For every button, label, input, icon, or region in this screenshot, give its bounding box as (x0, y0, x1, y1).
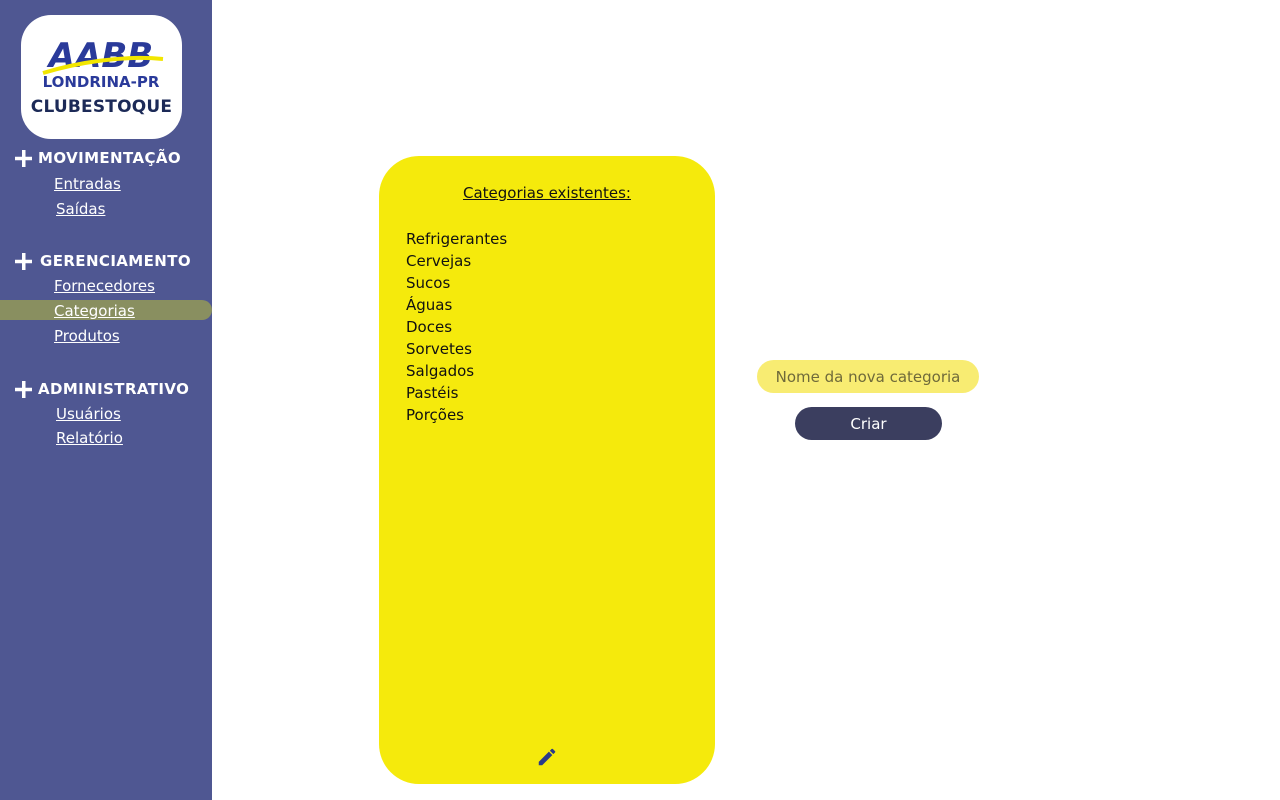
pencil-icon[interactable] (536, 746, 558, 768)
categories-panel: Categorias existentes: Refrigerantes Cer… (379, 156, 715, 784)
category-item: Sucos (406, 274, 451, 292)
section-administrativo[interactable]: ADMINISTRATIVO (15, 380, 189, 398)
category-item: Doces (406, 318, 453, 336)
category-item: Refrigerantes (406, 230, 508, 248)
categories-panel-title: Categorias existentes: (462, 184, 631, 202)
category-item: Sorvetes (406, 340, 472, 358)
sidebar-item-relatorio[interactable]: Relatório (56, 429, 123, 447)
section-gerenciamento[interactable]: GERENCIAMENTO (15, 252, 191, 270)
category-item: Pastéis (406, 384, 459, 402)
logo-city: LONDRINA-PR (43, 73, 160, 87)
category-item: Águas (406, 296, 453, 314)
sidebar: AABB LONDRINA-PR CLUBESTOQUE MOVIMENTAÇÃ… (0, 0, 212, 800)
category-item: Porções (406, 406, 464, 424)
category-item: Salgados (406, 362, 475, 380)
sidebar-item-entradas[interactable]: Entradas (54, 175, 121, 193)
plus-icon (15, 380, 32, 398)
category-item: Cervejas (406, 252, 472, 270)
create-button[interactable]: Criar (795, 407, 942, 440)
section-title-label: MOVIMENTAÇÃO (38, 149, 182, 167)
plus-icon (15, 149, 32, 167)
plus-icon (15, 252, 32, 270)
sidebar-item-usuarios[interactable]: Usuários (56, 405, 121, 423)
logo-card[interactable]: AABB LONDRINA-PR CLUBESTOQUE (21, 15, 182, 139)
section-title-label: GERENCIAMENTO (40, 252, 192, 270)
section-movimentacao[interactable]: MOVIMENTAÇÃO (15, 149, 181, 167)
sidebar-item-fornecedores[interactable]: Fornecedores (54, 277, 155, 295)
sidebar-item-categorias[interactable]: Categorias (54, 302, 135, 320)
aabb-logo: AABB LONDRINA-PR (42, 37, 164, 87)
sidebar-item-produtos[interactable]: Produtos (54, 327, 120, 345)
sidebar-item-saidas[interactable]: Saídas (56, 200, 105, 218)
category-list: Refrigerantes Cervejas Sucos Águas Doces… (406, 228, 507, 426)
new-category-input[interactable] (757, 360, 979, 393)
app-name: CLUBESTOQUE (30, 97, 173, 117)
section-title-label: ADMINISTRATIVO (38, 380, 190, 398)
